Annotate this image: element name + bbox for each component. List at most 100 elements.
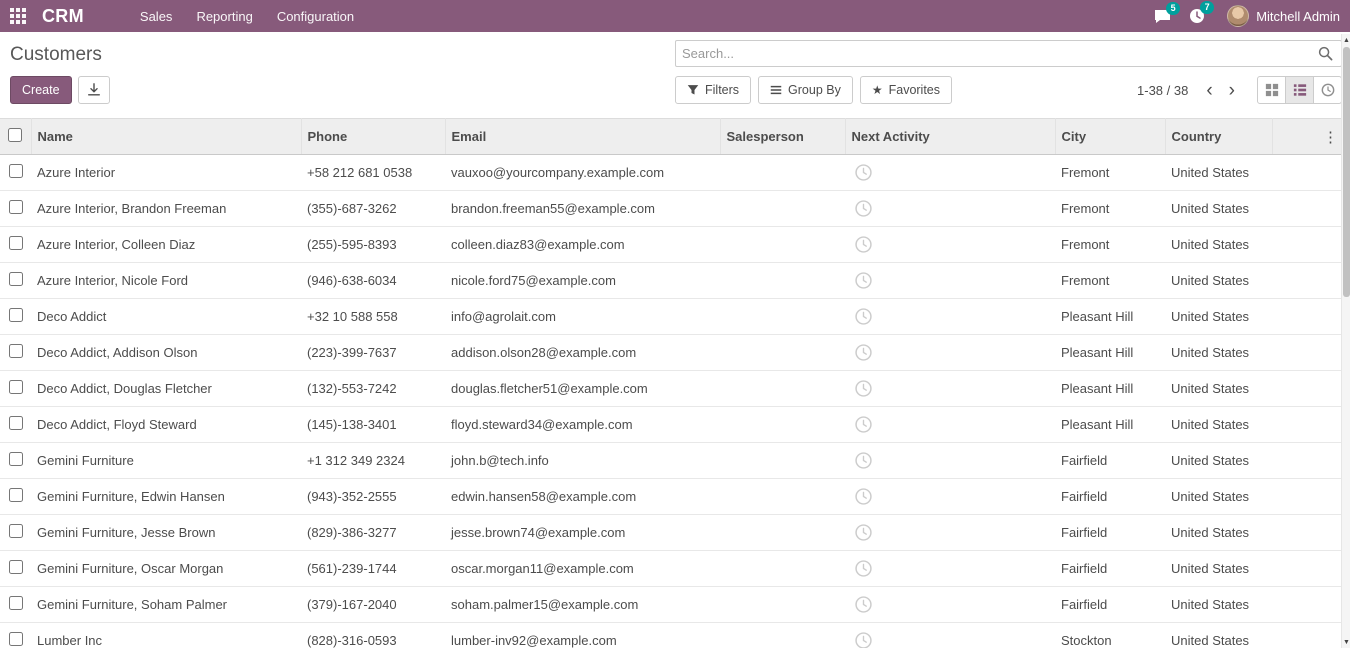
row-checkbox[interactable]: [9, 632, 23, 646]
select-all-cell[interactable]: [0, 119, 31, 155]
cell-country[interactable]: United States: [1165, 551, 1272, 587]
row-checkbox-cell[interactable]: [0, 335, 31, 371]
cell-email[interactable]: addison.olson28@example.com: [445, 335, 720, 371]
cell-salesperson[interactable]: [720, 479, 845, 515]
kanban-view-button[interactable]: [1257, 76, 1286, 104]
column-header-email[interactable]: Email: [445, 119, 720, 155]
table-row[interactable]: Gemini Furniture, Jesse Brown(829)-386-3…: [0, 515, 1350, 551]
row-checkbox-cell[interactable]: [0, 191, 31, 227]
cell-next-activity[interactable]: [845, 263, 1055, 299]
cell-next-activity[interactable]: [845, 371, 1055, 407]
next-activity-clock-icon[interactable]: [855, 236, 872, 253]
next-activity-clock-icon[interactable]: [855, 164, 872, 181]
cell-country[interactable]: United States: [1165, 443, 1272, 479]
menu-sales[interactable]: Sales: [128, 0, 185, 32]
column-header-next-activity[interactable]: Next Activity: [845, 119, 1055, 155]
table-row[interactable]: Deco Addict, Addison Olson(223)-399-7637…: [0, 335, 1350, 371]
cell-next-activity[interactable]: [845, 479, 1055, 515]
cell-name[interactable]: Gemini Furniture, Edwin Hansen: [31, 479, 301, 515]
next-activity-clock-icon[interactable]: [855, 632, 872, 648]
cell-email[interactable]: vauxoo@yourcompany.example.com: [445, 155, 720, 191]
next-activity-clock-icon[interactable]: [855, 344, 872, 361]
cell-country[interactable]: United States: [1165, 191, 1272, 227]
cell-phone[interactable]: (943)-352-2555: [301, 479, 445, 515]
table-row[interactable]: Deco Addict, Douglas Fletcher(132)-553-7…: [0, 371, 1350, 407]
table-row[interactable]: Azure Interior, Brandon Freeman(355)-687…: [0, 191, 1350, 227]
next-activity-clock-icon[interactable]: [855, 416, 872, 433]
cell-phone[interactable]: +58 212 681 0538: [301, 155, 445, 191]
cell-next-activity[interactable]: [845, 335, 1055, 371]
row-checkbox-cell[interactable]: [0, 371, 31, 407]
cell-email[interactable]: oscar.morgan11@example.com: [445, 551, 720, 587]
row-checkbox[interactable]: [9, 452, 23, 466]
messages-button[interactable]: 5: [1154, 9, 1171, 24]
cell-salesperson[interactable]: [720, 623, 845, 648]
cell-phone[interactable]: (132)-553-7242: [301, 371, 445, 407]
select-all-checkbox[interactable]: [8, 128, 22, 142]
cell-salesperson[interactable]: [720, 155, 845, 191]
table-row[interactable]: Gemini Furniture, Oscar Morgan(561)-239-…: [0, 551, 1350, 587]
table-row[interactable]: Lumber Inc(828)-316-0593lumber-inv92@exa…: [0, 623, 1350, 648]
cell-phone[interactable]: (223)-399-7637: [301, 335, 445, 371]
table-row[interactable]: Gemini Furniture, Soham Palmer(379)-167-…: [0, 587, 1350, 623]
cell-email[interactable]: douglas.fletcher51@example.com: [445, 371, 720, 407]
row-checkbox-cell[interactable]: [0, 587, 31, 623]
app-name[interactable]: CRM: [42, 6, 84, 27]
row-checkbox[interactable]: [9, 344, 23, 358]
cell-city[interactable]: Fairfield: [1055, 551, 1165, 587]
cell-country[interactable]: United States: [1165, 407, 1272, 443]
scrollbar-down-arrow[interactable]: ▼: [1342, 636, 1350, 648]
cell-next-activity[interactable]: [845, 407, 1055, 443]
cell-salesperson[interactable]: [720, 191, 845, 227]
cell-name[interactable]: Gemini Furniture, Oscar Morgan: [31, 551, 301, 587]
cell-next-activity[interactable]: [845, 227, 1055, 263]
cell-city[interactable]: Stockton: [1055, 623, 1165, 648]
cell-country[interactable]: United States: [1165, 263, 1272, 299]
cell-email[interactable]: info@agrolait.com: [445, 299, 720, 335]
cell-phone[interactable]: (145)-138-3401: [301, 407, 445, 443]
cell-city[interactable]: Pleasant Hill: [1055, 371, 1165, 407]
cell-country[interactable]: United States: [1165, 515, 1272, 551]
cell-phone[interactable]: (255)-595-8393: [301, 227, 445, 263]
cell-email[interactable]: floyd.steward34@example.com: [445, 407, 720, 443]
cell-email[interactable]: edwin.hansen58@example.com: [445, 479, 720, 515]
cell-next-activity[interactable]: [845, 587, 1055, 623]
cell-next-activity[interactable]: [845, 191, 1055, 227]
cell-email[interactable]: soham.palmer15@example.com: [445, 587, 720, 623]
column-header-country[interactable]: Country: [1165, 119, 1272, 155]
cell-city[interactable]: Pleasant Hill: [1055, 299, 1165, 335]
cell-name[interactable]: Azure Interior, Nicole Ford: [31, 263, 301, 299]
cell-next-activity[interactable]: [845, 299, 1055, 335]
cell-country[interactable]: United States: [1165, 587, 1272, 623]
group-by-button[interactable]: Group By: [758, 76, 853, 104]
cell-phone[interactable]: (829)-386-3277: [301, 515, 445, 551]
scrollbar-thumb[interactable]: [1343, 47, 1350, 297]
cell-salesperson[interactable]: [720, 407, 845, 443]
table-row[interactable]: Gemini Furniture+1 312 349 2324john.b@te…: [0, 443, 1350, 479]
cell-city[interactable]: Fairfield: [1055, 443, 1165, 479]
table-row[interactable]: Gemini Furniture, Edwin Hansen(943)-352-…: [0, 479, 1350, 515]
cell-next-activity[interactable]: [845, 515, 1055, 551]
create-button[interactable]: Create: [10, 76, 72, 104]
cell-next-activity[interactable]: [845, 623, 1055, 648]
cell-name[interactable]: Lumber Inc: [31, 623, 301, 648]
row-checkbox-cell[interactable]: [0, 227, 31, 263]
cell-name[interactable]: Azure Interior: [31, 155, 301, 191]
optional-columns-toggle-icon[interactable]: ⋮: [1317, 128, 1344, 146]
row-checkbox[interactable]: [9, 272, 23, 286]
export-button[interactable]: [78, 76, 110, 104]
row-checkbox[interactable]: [9, 308, 23, 322]
row-checkbox-cell[interactable]: [0, 155, 31, 191]
cell-email[interactable]: lumber-inv92@example.com: [445, 623, 720, 648]
cell-salesperson[interactable]: [720, 515, 845, 551]
search-icon[interactable]: [1318, 46, 1333, 61]
table-row[interactable]: Azure Interior, Nicole Ford(946)-638-603…: [0, 263, 1350, 299]
cell-country[interactable]: United States: [1165, 371, 1272, 407]
row-checkbox-cell[interactable]: [0, 623, 31, 648]
activities-button[interactable]: 7: [1189, 8, 1205, 24]
next-activity-clock-icon[interactable]: [855, 488, 872, 505]
column-header-salesperson[interactable]: Salesperson: [720, 119, 845, 155]
favorites-button[interactable]: ★ Favorites: [860, 76, 952, 104]
vertical-scrollbar[interactable]: ▲ ▼: [1341, 34, 1350, 648]
cell-salesperson[interactable]: [720, 551, 845, 587]
